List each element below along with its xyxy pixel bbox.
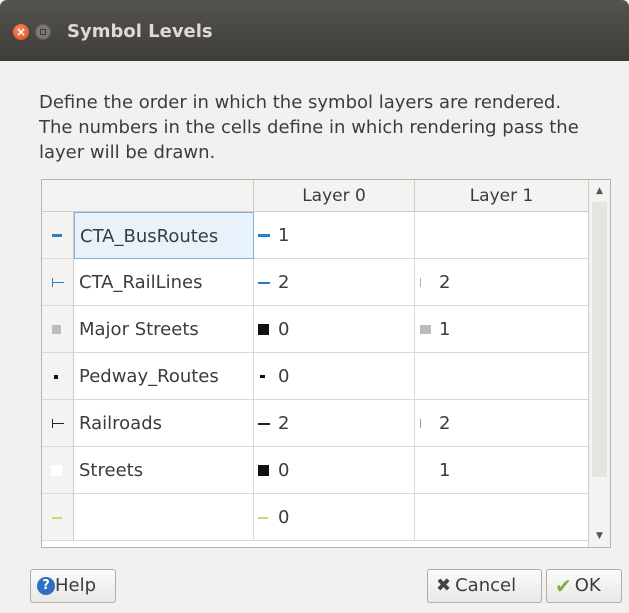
layer-0-cell[interactable]: 0 bbox=[254, 447, 415, 494]
layer-name-cell[interactable]: Major Streets bbox=[74, 306, 254, 353]
header-layer-1[interactable]: Layer 1 bbox=[415, 180, 588, 212]
layer-name-cell[interactable]: CTA_RailLines bbox=[74, 259, 254, 306]
table-row: Major Streets 0 1 bbox=[42, 306, 588, 353]
table-row: 0 bbox=[42, 494, 588, 541]
layer-name-cell[interactable]: Railroads bbox=[74, 400, 254, 447]
table-row: Pedway_Routes 0 bbox=[42, 353, 588, 400]
layer-symbol-icon bbox=[42, 259, 74, 306]
layer-name-cell[interactable] bbox=[74, 494, 254, 541]
ok-button[interactable]: ✔ OK bbox=[546, 569, 622, 603]
table-row: CTA_RailLines 2 2 bbox=[42, 259, 588, 306]
layer-name-cell[interactable]: CTA_BusRoutes bbox=[74, 212, 254, 259]
header-layer-0[interactable]: Layer 0 bbox=[254, 180, 415, 212]
symbol-levels-table: Layer 0 Layer 1 CTA_BusRoutes 1 CTA_Rail… bbox=[41, 179, 611, 548]
layer-0-cell[interactable]: 1 bbox=[254, 212, 415, 259]
layer-1-cell[interactable]: 1 bbox=[415, 447, 588, 494]
close-icon[interactable]: × bbox=[13, 24, 29, 40]
window-title: Symbol Levels bbox=[67, 21, 213, 42]
layer-name-cell[interactable]: Pedway_Routes bbox=[74, 353, 254, 400]
scroll-down-icon[interactable]: ▼ bbox=[589, 525, 610, 547]
description-text: Define the order in which the symbol lay… bbox=[39, 92, 579, 163]
layer-1-cell[interactable] bbox=[415, 494, 588, 541]
cancel-icon: ✖ bbox=[436, 575, 452, 596]
cancel-button[interactable]: ✖ Cancel bbox=[427, 569, 542, 603]
layer-1-cell[interactable]: 1 bbox=[415, 306, 588, 353]
layer-0-cell[interactable]: 0 bbox=[254, 306, 415, 353]
table-row: Railroads 2 2 bbox=[42, 400, 588, 447]
title-bar: × Symbol Levels bbox=[0, 0, 629, 61]
scrollbar-thumb[interactable] bbox=[592, 202, 607, 477]
layer-symbol-icon bbox=[42, 447, 74, 494]
minimize-icon[interactable] bbox=[35, 24, 51, 40]
layer-1-cell[interactable] bbox=[415, 212, 588, 259]
help-button[interactable]: ? Help bbox=[30, 569, 116, 603]
table-row: CTA_BusRoutes 1 bbox=[42, 212, 588, 259]
layer-0-cell[interactable]: 2 bbox=[254, 259, 415, 306]
layer-symbol-icon bbox=[42, 212, 74, 259]
layer-1-cell[interactable]: 2 bbox=[415, 400, 588, 447]
layer-symbol-icon bbox=[42, 494, 74, 541]
layer-name-cell[interactable]: Streets bbox=[74, 447, 254, 494]
table-row: Streets 0 1 bbox=[42, 447, 588, 494]
layer-0-cell[interactable]: 0 bbox=[254, 494, 415, 541]
layer-symbol-icon bbox=[42, 353, 74, 400]
layer-1-cell[interactable]: 2 bbox=[415, 259, 588, 306]
ok-checkmark-icon: ✔ bbox=[555, 574, 572, 598]
symbol-levels-dialog: × Symbol Levels Define the order in whic… bbox=[0, 0, 629, 613]
layer-0-cell[interactable]: 0 bbox=[254, 353, 415, 400]
help-icon: ? bbox=[37, 577, 55, 595]
layer-1-cell[interactable] bbox=[415, 353, 588, 400]
layer-symbol-icon bbox=[42, 400, 74, 447]
layer-0-cell[interactable]: 2 bbox=[254, 400, 415, 447]
scroll-up-icon[interactable]: ▲ bbox=[589, 180, 610, 202]
header-corner bbox=[42, 180, 254, 212]
vertical-scrollbar[interactable]: ▲ ▼ bbox=[588, 180, 610, 547]
layer-symbol-icon bbox=[42, 306, 74, 353]
